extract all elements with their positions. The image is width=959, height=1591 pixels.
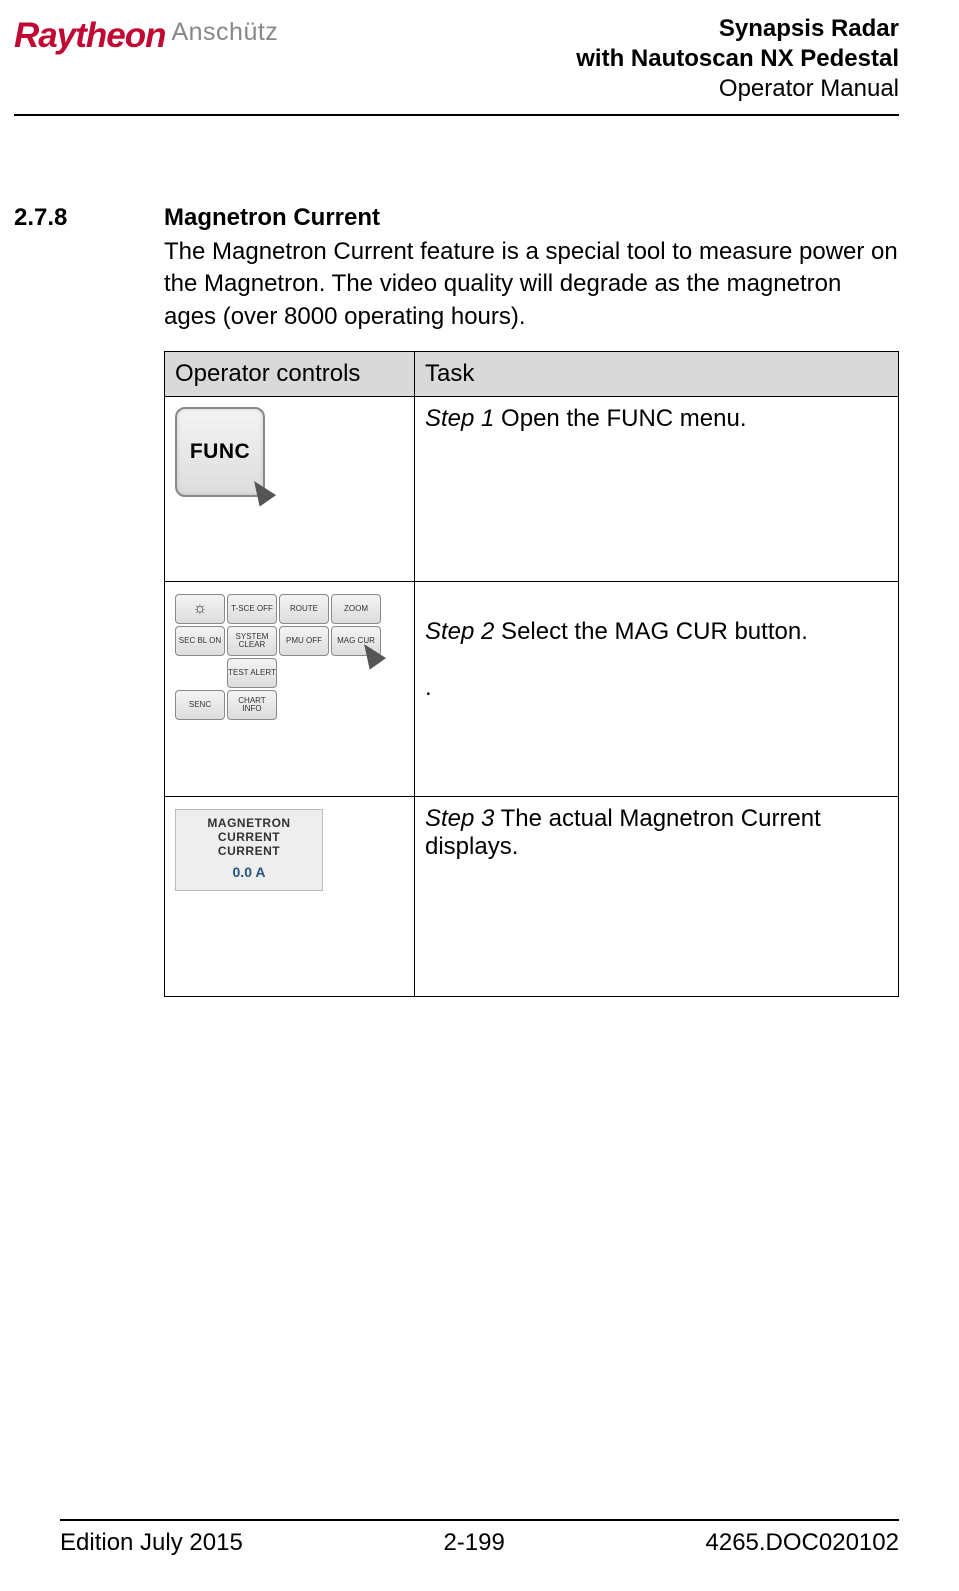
footer-divider (60, 1519, 899, 1521)
title-line-1: Synapsis Radar (576, 14, 899, 44)
table-cell-task: Step 3 The actual Magnetron Current disp… (415, 797, 899, 997)
step-text: Select the MAG CUR button. (494, 618, 807, 645)
table-cell-controls: MAGNETRON CURRENT CURRENT 0.0 A (165, 797, 415, 997)
menu-button-secbl: SEC BL ON (175, 626, 225, 656)
step-label: Step 3 (425, 805, 494, 832)
step-after-text: . (425, 674, 888, 702)
footer-doc-number: 4265.DOC020102 (706, 1529, 899, 1557)
title-line-3: Operator Manual (576, 74, 899, 104)
func-button-graphic: FUNC (175, 407, 267, 499)
logo-anschutz-text: Anschütz (171, 18, 278, 47)
footer-edition: Edition July 2015 (60, 1529, 243, 1557)
section-heading: Magnetron Current (164, 204, 380, 232)
menu-button-senc: SENC (175, 690, 225, 720)
menu-button-brightness: ☼ (175, 594, 225, 624)
table-header-task: Task (415, 352, 899, 397)
page-header: Raytheon Anschütz Synapsis Radar with Na… (14, 14, 899, 104)
page-footer: Edition July 2015 2-199 4265.DOC020102 (60, 1519, 899, 1557)
table-cell-controls: ☼ T-SCE OFF ROUTE ZOOM SEC BL ON SYSTEM … (165, 582, 415, 797)
menu-button-testalert: TEST ALERT (227, 658, 277, 688)
menu-button-route: ROUTE (279, 594, 329, 624)
main-content: 2.7.8 Magnetron Current The Magnetron Cu… (14, 204, 899, 997)
sun-icon: ☼ (193, 601, 208, 618)
magnetron-current-display: MAGNETRON CURRENT CURRENT 0.0 A (175, 809, 323, 891)
mag-display-value: 0.0 A (178, 864, 320, 880)
section-body-text: The Magnetron Current feature is a speci… (164, 236, 899, 333)
header-divider (14, 114, 899, 116)
func-menu-graphic: ☼ T-SCE OFF ROUTE ZOOM SEC BL ON SYSTEM … (175, 594, 383, 720)
step-label: Step 2 (425, 618, 494, 645)
menu-button-pmu: PMU OFF (279, 626, 329, 656)
mag-display-line1: MAGNETRON CURRENT (178, 816, 320, 844)
title-line-2: with Nautoscan NX Pedestal (576, 44, 899, 74)
logo-raytheon-text: Raytheon (14, 16, 165, 56)
menu-button-zoom: ZOOM (331, 594, 381, 624)
task-table: Operator controls Task FUNC Step 1 Open … (164, 351, 899, 997)
table-header-controls: Operator controls (165, 352, 415, 397)
mag-display-line2: CURRENT (178, 844, 320, 858)
document-title-block: Synapsis Radar with Nautoscan NX Pedesta… (576, 14, 899, 104)
table-cell-task: Step 2 Select the MAG CUR button. . (415, 582, 899, 797)
menu-button-sysclr: SYSTEM CLEAR (227, 626, 277, 656)
menu-button-tsce: T-SCE OFF (227, 594, 277, 624)
step-label: Step 1 (425, 405, 494, 432)
step-text: Open the FUNC menu. (494, 405, 746, 432)
table-cell-task: Step 1 Open the FUNC menu. (415, 397, 899, 582)
menu-button-chartinfo: CHART INFO (227, 690, 277, 720)
brand-logo: Raytheon Anschütz (14, 16, 278, 56)
table-cell-controls: FUNC (165, 397, 415, 582)
section-number: 2.7.8 (14, 204, 124, 232)
footer-page-number: 2-199 (443, 1529, 504, 1557)
